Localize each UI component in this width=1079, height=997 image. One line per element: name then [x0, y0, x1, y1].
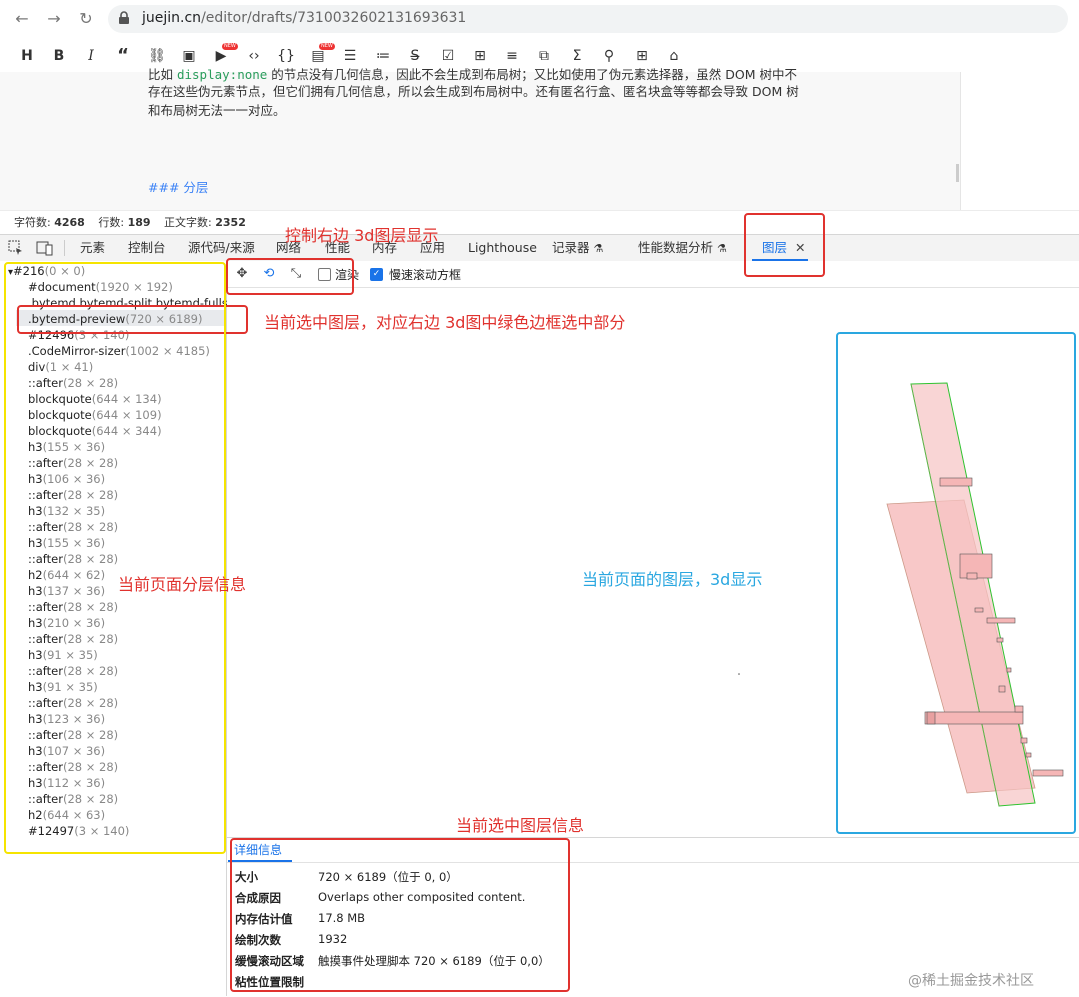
code-icon[interactable]: ‹› [243, 46, 265, 66]
url-host: juejin.cn [142, 10, 202, 26]
grid-icon[interactable]: ⊞ [631, 46, 653, 66]
table-icon[interactable]: ⊞ [469, 46, 491, 66]
annotation-box-layers-tab [744, 213, 825, 277]
checkbox-icon[interactable]: ☑ [437, 46, 459, 66]
list-icon[interactable]: ☰ [339, 46, 361, 66]
lines-label: 行数: [98, 216, 125, 229]
device-toggle-icon[interactable] [36, 240, 54, 256]
url-text: juejin.cn/editor/drafts/7310032602131693… [142, 10, 466, 26]
status-bar: 字符数: 4268 行数: 189 正文字数: 2352 [0, 210, 1079, 235]
new-badge: NEW [222, 43, 238, 50]
annotation-details-note: 当前选中图层信息 [456, 816, 585, 835]
devtools-tab-strip: 元素 控制台 源代码/来源 网络 性能 内存 应用 Lighthouse 记录器… [0, 234, 1079, 262]
video-icon[interactable]: ▶ NEW [210, 43, 238, 66]
bag-icon[interactable]: ⌂ [663, 46, 685, 66]
slow-scroll-checkbox[interactable]: ✓ [370, 268, 383, 281]
braces-icon[interactable]: {} [275, 46, 297, 66]
flask-icon: ⚗ [593, 242, 604, 255]
annotation-toolbar-note: 控制右边 3d图层显示 [285, 226, 439, 245]
lines-count: 189 [127, 216, 151, 229]
annotation-box-toolbar [226, 258, 354, 295]
back-icon[interactable]: ← [12, 9, 32, 29]
chars-label: 字符数: [14, 216, 51, 229]
link-icon[interactable]: ⛓ [146, 46, 168, 66]
preview-pane [960, 72, 1079, 210]
watermark: @稀土掘金技术社区 [908, 973, 1034, 989]
strike-icon[interactable]: S̶ [404, 46, 426, 66]
bold-button[interactable]: B [48, 46, 70, 66]
editor-line-2: 存在这些伪元素节点，但它们拥有几何信息，所以会生成到布局树中。还有匿名行盒、匿名… [148, 84, 799, 99]
inspect-icon[interactable] [8, 240, 24, 256]
annotation-selected-note: 当前选中图层，对应右边 3d图中绿色边框选中部分 [264, 313, 626, 332]
reload-icon[interactable]: ↻ [76, 9, 96, 29]
tab-recorder[interactable]: 记录器 ⚗ [552, 235, 603, 261]
body-label: 正文字数: [164, 216, 212, 229]
tab-lighthouse[interactable]: Lighthouse [468, 235, 537, 261]
annotation-view-note: 当前页面的图层，3d显示 [582, 570, 763, 589]
layer-toolbar: ✥ ⟲ ⤡ 渲染 ✓ 慢速滚动方框 [227, 261, 1079, 288]
flask-icon: ⚗ [717, 242, 727, 255]
editor-heading-line: ### 分层 [148, 180, 209, 195]
align-icon[interactable]: ≡ [501, 46, 523, 66]
tree-icon[interactable]: ⚲ [598, 46, 620, 66]
browser-bar: ← → ↻ juejin.cn/editor/drafts/7310032602… [0, 0, 1079, 39]
lock-icon [119, 11, 129, 24]
body-count: 2352 [215, 216, 246, 229]
tab-elements[interactable]: 元素 [80, 235, 105, 261]
annotation-box-tree [4, 262, 226, 854]
forward-icon[interactable]: → [44, 9, 64, 29]
editor-scrollbar[interactable] [956, 164, 959, 182]
editor-line-3: 和布局树无法一一对应。 [148, 103, 286, 118]
embed-icon[interactable]: ⧉ [533, 46, 555, 66]
chars-count: 4268 [54, 216, 85, 229]
new-badge: NEW [319, 43, 335, 50]
tab-divider [64, 240, 65, 256]
quote-button[interactable]: “ [112, 46, 134, 66]
template-icon[interactable]: ▤ NEW [307, 43, 335, 66]
annotation-tree-note: 当前页面分层信息 [118, 575, 247, 594]
annotation-box-details [230, 838, 570, 992]
tab-performance-insights[interactable]: 性能数据分析 ⚗ [638, 235, 727, 261]
url-path: /editor/drafts/7310032602131693631 [201, 10, 467, 26]
slow-scroll-label: 慢速滚动方框 [389, 268, 462, 282]
heading-button[interactable]: H [16, 46, 38, 66]
italic-button[interactable]: I [80, 46, 102, 66]
image-icon[interactable]: ▣ [178, 46, 200, 66]
annotation-box-3d [836, 332, 1076, 834]
ordered-list-icon[interactable]: ≔ [372, 46, 394, 66]
tab-console[interactable]: 控制台 [128, 235, 166, 261]
sigma-icon[interactable]: Σ [566, 46, 588, 66]
inline-code: display:none [176, 67, 268, 82]
